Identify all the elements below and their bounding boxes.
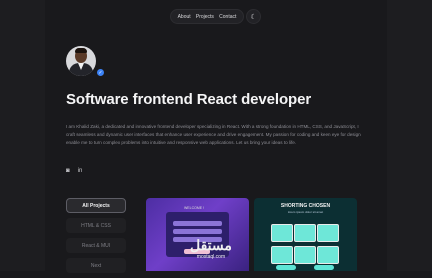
github-icon[interactable]: ◙	[66, 168, 70, 174]
card2-tile	[271, 224, 293, 242]
watermark-latin: mostaql.com	[196, 254, 226, 260]
nav-projects-link[interactable]: Projects	[196, 14, 214, 20]
card1-header: WELCOME !	[184, 206, 205, 210]
card2-tile	[271, 246, 293, 264]
card1-input-row	[173, 221, 222, 226]
linkedin-icon[interactable]: in	[78, 168, 83, 174]
avatar	[66, 46, 96, 76]
moon-icon: ☾	[250, 13, 257, 21]
top-nav: About Projects Contact	[170, 9, 244, 24]
card1-input-row	[173, 229, 222, 234]
project-card-1[interactable]: WELCOME !	[146, 198, 249, 271]
social-links: ◙ in	[66, 168, 82, 174]
card2-tile	[294, 224, 316, 242]
card2-header: SHORTING CHOSEN	[280, 203, 331, 209]
filter-all-projects[interactable]: All Projects	[66, 198, 126, 213]
card2-pill	[276, 265, 296, 270]
card2-tile	[317, 246, 339, 264]
card2-tile	[294, 246, 316, 264]
card2-pill	[314, 265, 334, 270]
project-filters: All Projects HTML & CSS React & MUI Next	[66, 198, 126, 278]
theme-toggle-button[interactable]: ☾	[246, 9, 261, 24]
watermark: مستقل mostaql.com	[190, 237, 232, 260]
card2-tile	[317, 224, 339, 242]
bio-text: I am Khalid Zaki, a dedicated and innova…	[66, 124, 361, 145]
nav-contact-link[interactable]: Contact	[219, 14, 236, 20]
nav-about-link[interactable]: About	[178, 14, 191, 20]
filter-html-css[interactable]: HTML & CSS	[66, 218, 126, 233]
page-title: Software frontend React developer	[66, 91, 312, 108]
verified-check-icon: ✓	[97, 69, 104, 76]
project-card-2[interactable]: SHORTING CHOSEN lorem ipsum dolor sit am…	[254, 198, 357, 271]
watermark-arabic: مستقل	[190, 237, 232, 253]
filter-react-mui[interactable]: React & MUI	[66, 238, 126, 253]
card2-subtitle: lorem ipsum dolor sit amet	[287, 210, 324, 214]
page: About Projects Contact ☾ ✓ Software fron…	[0, 0, 432, 273]
